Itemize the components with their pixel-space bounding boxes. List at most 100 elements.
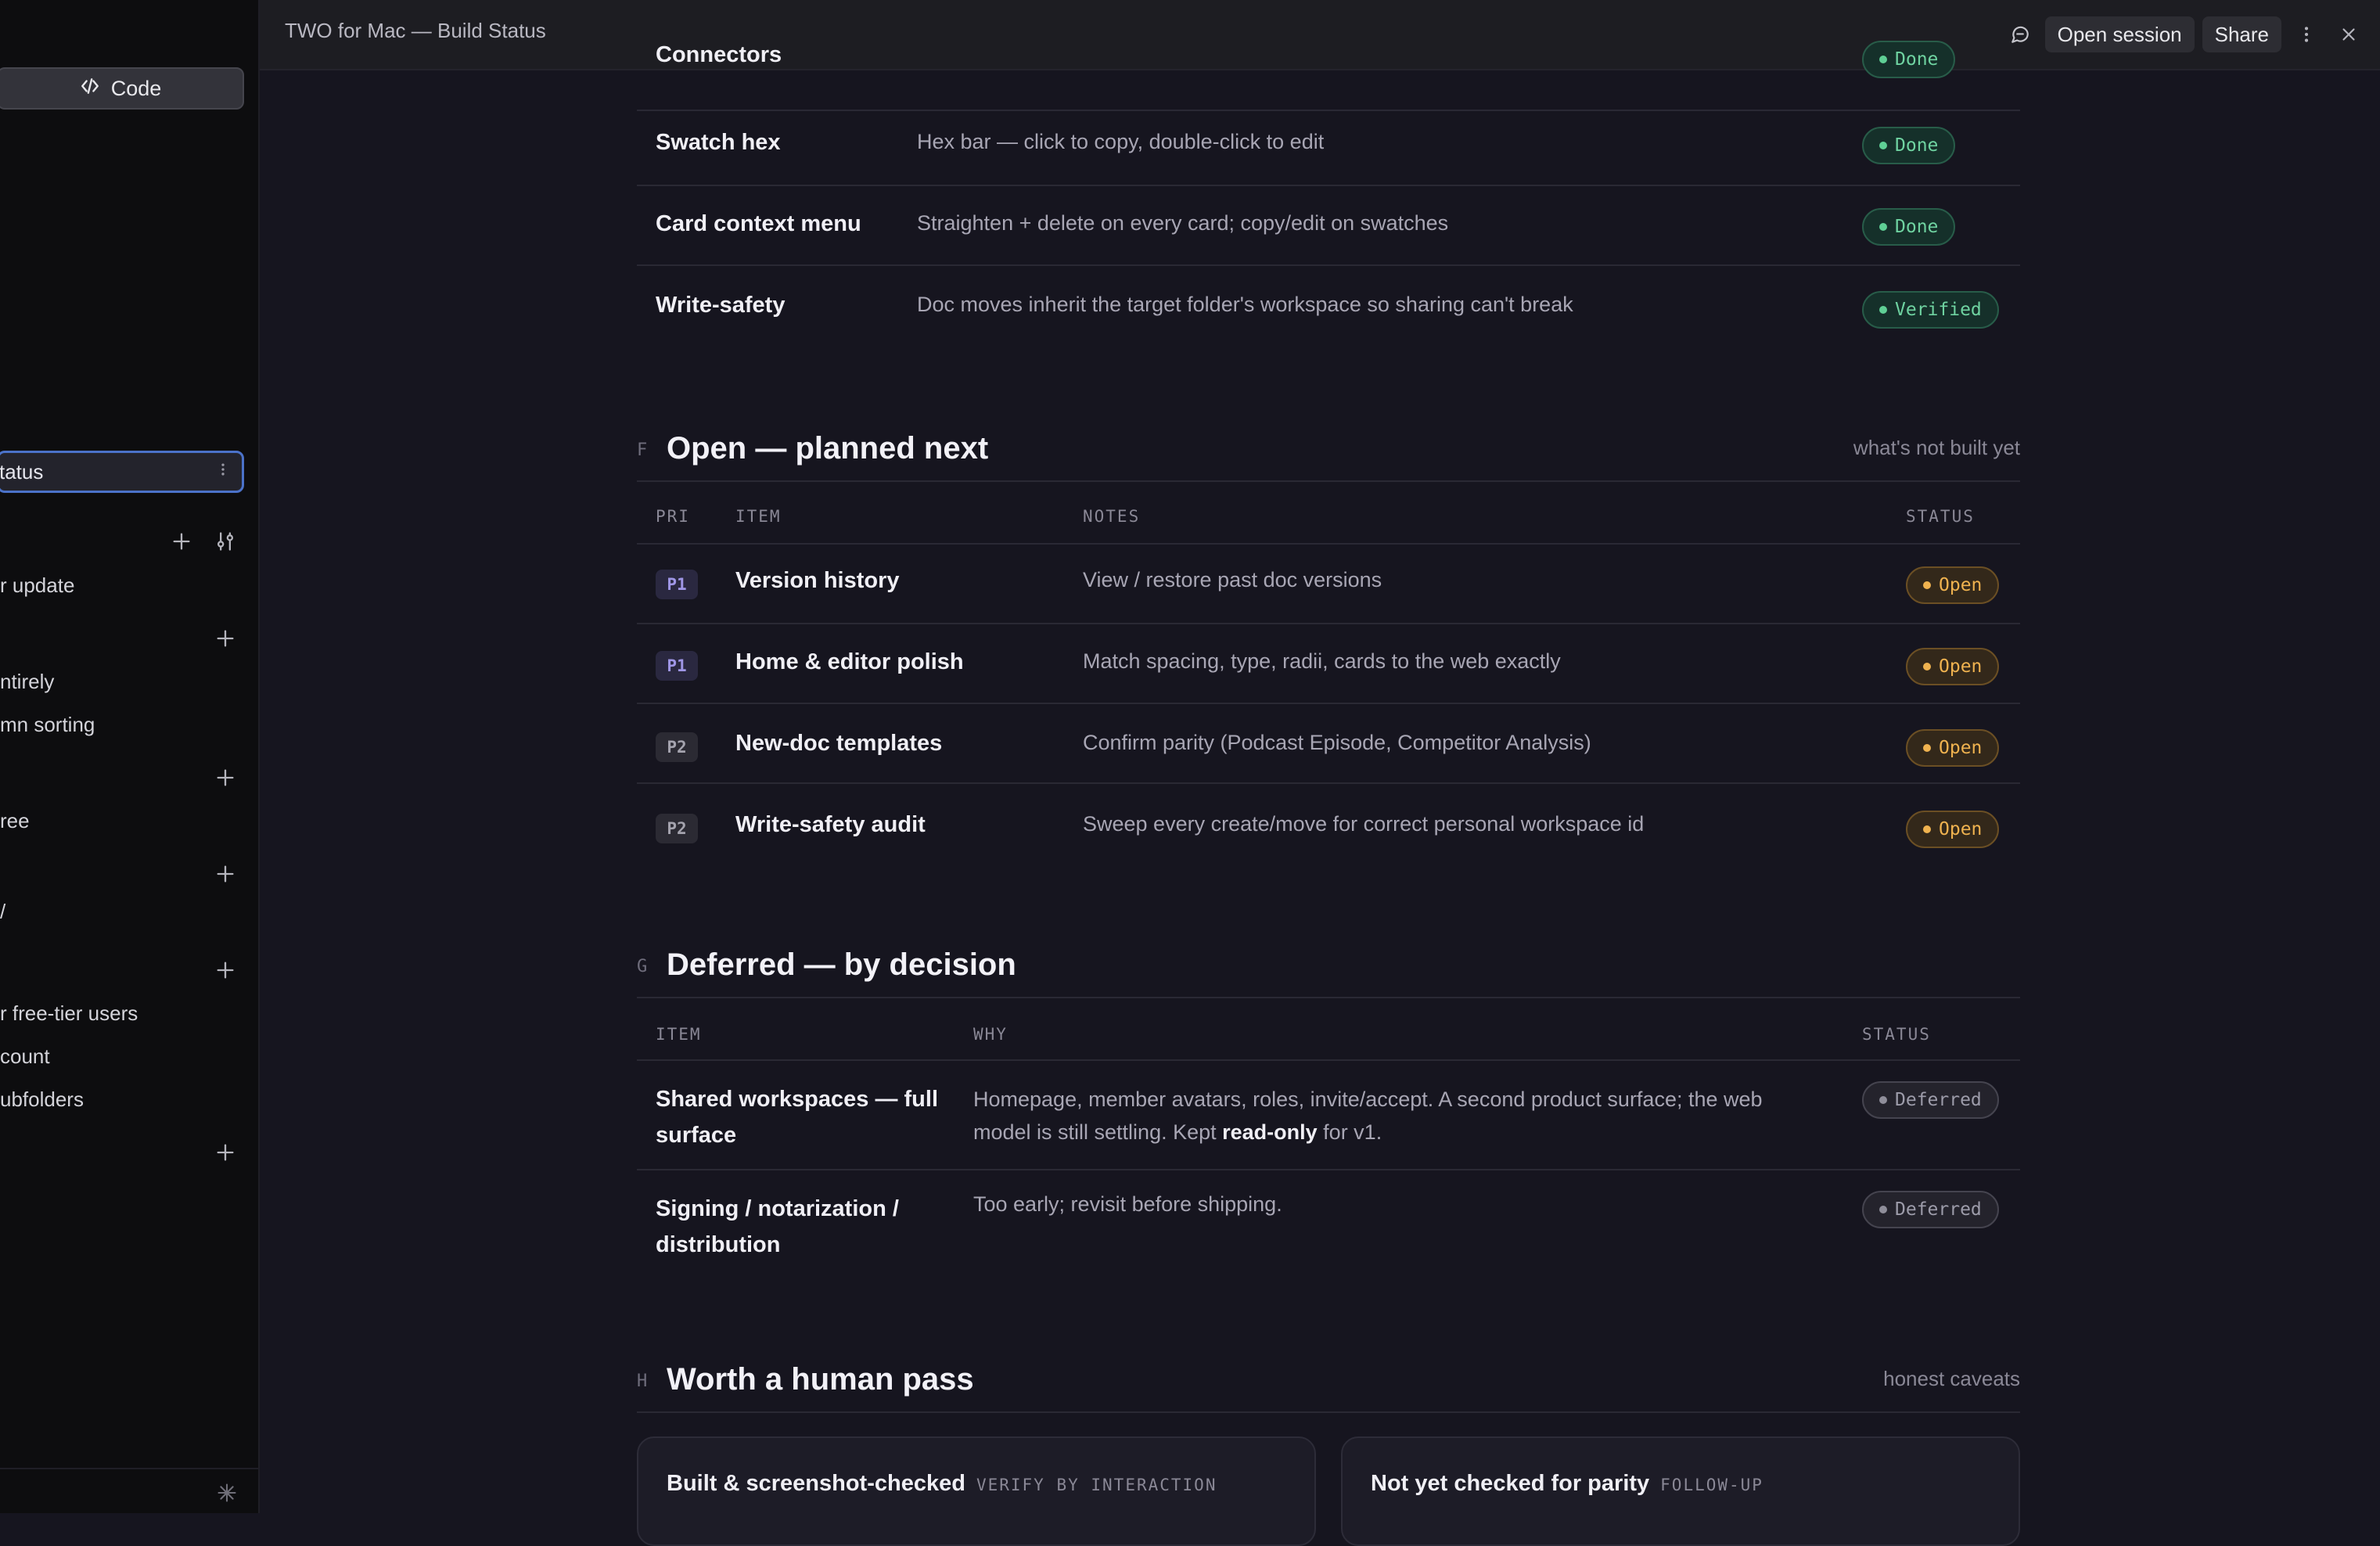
priority-badge: P2: [656, 732, 698, 762]
priority-badge: P1: [656, 651, 698, 681]
add-icon[interactable]: [214, 767, 236, 789]
sidebar: Code tatus r update ntirely mn sorting r…: [0, 0, 260, 1513]
note-emphasis: read-only: [1222, 1120, 1318, 1144]
more-vertical-icon[interactable]: [215, 462, 231, 482]
status-dot: [1879, 56, 1887, 63]
card-title: Built & screenshot-checked VERIFY BY INTE…: [667, 1471, 1217, 1497]
status-badge-label: Deferred: [1895, 1090, 1982, 1110]
share-button[interactable]: Share: [2202, 16, 2281, 52]
add-icon[interactable]: [171, 530, 192, 552]
table-row: P2 Write-safety audit Sweep every create…: [637, 784, 2020, 864]
status-badge-label: Done: [1895, 217, 1939, 237]
status-dot: [1879, 1096, 1887, 1104]
note-text: model is still settling. Kept: [973, 1120, 1223, 1144]
sidebar-divider: [0, 1468, 258, 1469]
close-icon[interactable]: [2331, 17, 2366, 52]
status-dot: [1879, 306, 1887, 314]
row-item-name: Swatch hex: [656, 130, 781, 155]
sidebar-active-doc[interactable]: tatus: [0, 451, 244, 493]
table-row: Swatch hex Hex bar — click to copy, doub…: [637, 106, 2020, 186]
row-item-name: Write-safety audit: [735, 812, 926, 837]
open-session-button[interactable]: Open session: [2044, 16, 2195, 52]
status-dot: [1923, 581, 1931, 589]
status-badge-label: Open: [1939, 575, 1983, 595]
card-tag: VERIFY BY INTERACTION: [976, 1476, 1217, 1494]
row-item-note: Doc moves inherit the target folder's wo…: [917, 293, 1573, 316]
column-header-pri: PRI: [656, 507, 690, 526]
status-badge: Open: [1906, 648, 2000, 685]
sidebar-active-doc-label: tatus: [0, 459, 44, 484]
row-item-name-line: Signing / notarization /: [656, 1196, 899, 1221]
sidebar-item[interactable]: ree: [0, 809, 30, 833]
note-text: for v1.: [1317, 1120, 1382, 1144]
column-header-item: ITEM: [656, 1025, 702, 1044]
row-item-note-line: model is still settling. Kept read-only …: [973, 1116, 1763, 1149]
add-icon[interactable]: [214, 959, 236, 981]
status-badge-label: Verified: [1895, 300, 1982, 320]
column-header-item: ITEM: [735, 507, 782, 526]
column-header-status: STATUS: [1906, 507, 1975, 526]
table-row: Connectors Done: [637, 31, 2020, 111]
row-item-name-line: distribution: [656, 1232, 781, 1257]
section-header: G Deferred — by decision: [637, 942, 2020, 998]
section-letter: H: [637, 1372, 648, 1391]
caveat-card: Built & screenshot-checked VERIFY BY INTE…: [637, 1436, 1316, 1546]
priority-badge: P1: [656, 570, 698, 599]
status-dot: [1879, 142, 1887, 149]
section-aside: what's not built yet: [1853, 436, 2020, 459]
table-row: Write-safety Doc moves inherit the targe…: [637, 266, 2020, 346]
row-item-name: Home & editor polish: [735, 649, 964, 674]
code-button[interactable]: Code: [0, 67, 244, 110]
sidebar-item[interactable]: /: [0, 900, 5, 924]
status-dot: [1879, 1206, 1887, 1213]
sidebar-item[interactable]: mn sorting: [0, 713, 95, 737]
row-item-name: New-doc templates: [735, 731, 943, 756]
section-title: Deferred — by decision: [667, 947, 1016, 982]
status-badge: Verified: [1862, 291, 1999, 329]
row-item-note: Too early; revisit before shipping.: [973, 1192, 1282, 1216]
row-item-name: Write-safety: [656, 293, 786, 318]
card-tag: FOLLOW-UP: [1660, 1476, 1763, 1494]
status-badge: Done: [1862, 127, 1956, 164]
status-badge-label: Done: [1895, 135, 1939, 156]
section-header: H Worth a human pass honest caveats: [637, 1357, 2020, 1413]
filter-sliders-icon[interactable]: [214, 530, 236, 552]
row-item-name: Shared workspaces — full surface: [656, 1081, 938, 1153]
status-badge: Deferred: [1862, 1081, 1999, 1119]
row-item-note: Sweep every create/move for correct pers…: [1083, 812, 1645, 836]
section-title: Worth a human pass: [667, 1362, 974, 1397]
table-row: Shared workspaces — full surface Homepag…: [637, 1061, 2020, 1170]
table-row: P1 Home & editor polish Match spacing, t…: [637, 624, 2020, 704]
row-item-name: Card context menu: [656, 211, 861, 236]
caveat-card: Not yet checked for parity FOLLOW-UP: [1341, 1436, 2020, 1546]
add-icon[interactable]: [214, 627, 236, 649]
sidebar-item[interactable]: ntirely: [0, 670, 54, 694]
column-header-status: STATUS: [1862, 1025, 1931, 1044]
status-badge-label: Done: [1895, 49, 1939, 70]
row-item-note: Match spacing, type, radii, cards to the…: [1083, 649, 1561, 673]
sidebar-item[interactable]: r update: [0, 573, 74, 598]
status-badge: Open: [1906, 729, 2000, 767]
more-vertical-icon[interactable]: [2289, 17, 2324, 52]
status-badge-label: Deferred: [1895, 1199, 1982, 1220]
row-item-note: Confirm parity (Podcast Episode, Competi…: [1083, 731, 1591, 754]
card-title-text: Not yet checked for parity: [1371, 1471, 1650, 1496]
status-dot: [1879, 223, 1887, 231]
add-icon[interactable]: [214, 1142, 236, 1163]
sidebar-item[interactable]: count: [0, 1044, 50, 1069]
row-item-note: Homepage, member avatars, roles, invite/…: [973, 1083, 1763, 1149]
add-icon[interactable]: [214, 863, 236, 885]
sidebar-item[interactable]: ubfolders: [0, 1088, 84, 1112]
column-header-notes: NOTES: [1083, 507, 1141, 526]
row-item-name: Signing / notarization / distribution: [656, 1191, 899, 1263]
row-item-name-line: surface: [656, 1123, 737, 1148]
row-item-note: Straighten + delete on every card; copy/…: [917, 211, 1449, 235]
status-badge: Open: [1906, 566, 2000, 604]
section-header: F Open — planned next what's not built y…: [637, 426, 2020, 482]
table-row: P1 Version history View / restore past d…: [637, 545, 2020, 624]
sidebar-item[interactable]: r free-tier users: [0, 1001, 138, 1026]
row-item-note: Hex bar — click to copy, double-click to…: [917, 130, 1325, 153]
row-item-note: View / restore past doc versions: [1083, 568, 1382, 591]
status-badge: Done: [1862, 208, 1956, 246]
sparkle-icon[interactable]: [216, 1482, 238, 1504]
